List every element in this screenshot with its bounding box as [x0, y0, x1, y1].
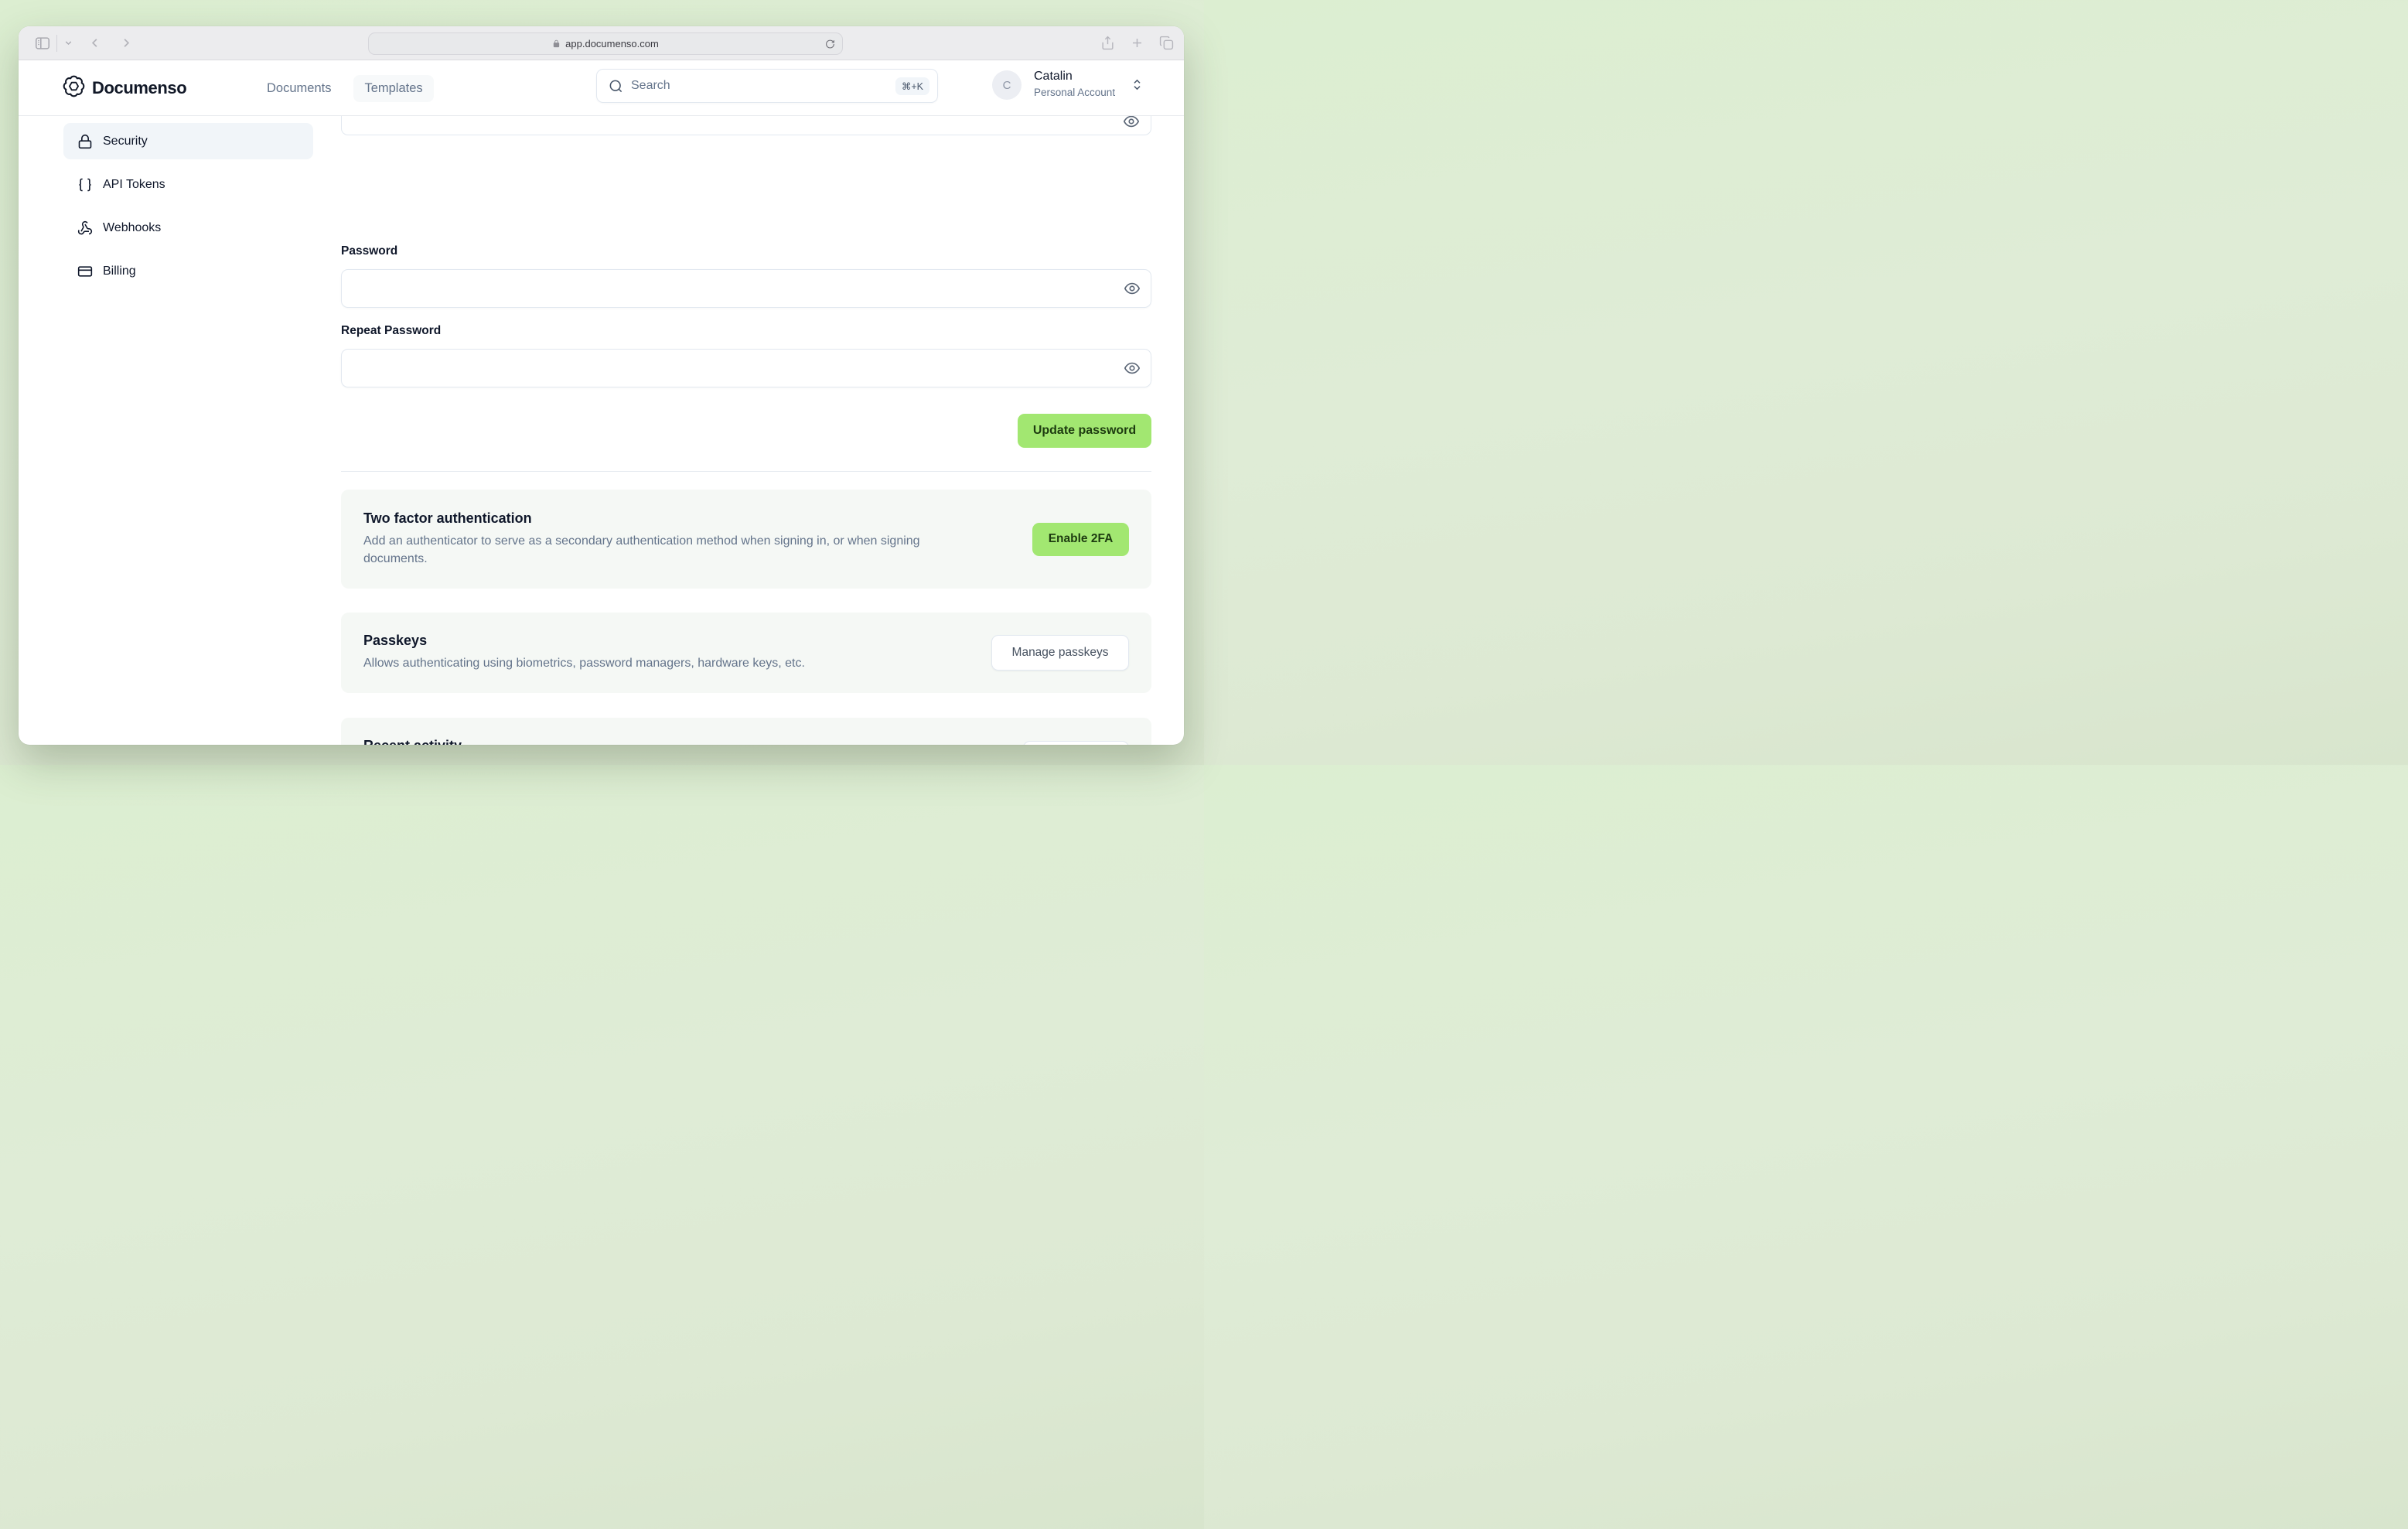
account-menu[interactable]: C Catalin Personal Account	[992, 65, 1151, 105]
logo-text: Documenso	[92, 78, 187, 97]
recent-activity-title: Recent activity	[363, 738, 663, 745]
search-input[interactable]	[631, 79, 895, 93]
new-tab-icon[interactable]	[1130, 36, 1144, 50]
sidebar-item-label: Billing	[103, 264, 136, 278]
sidebar-item-label: Security	[103, 134, 148, 148]
address-bar[interactable]: app.documenso.com	[368, 32, 843, 55]
two-factor-text: Two factor authentication Add an authent…	[363, 510, 936, 568]
avatar: C	[992, 70, 1022, 100]
update-password-button[interactable]: Update password	[1018, 414, 1151, 448]
recent-activity-text: Recent activity View all recent security…	[363, 738, 663, 745]
two-factor-card: Two factor authentication Add an authent…	[341, 490, 1151, 589]
sidebar-item-label: Webhooks	[103, 220, 162, 234]
sidebar-item-api-tokens[interactable]: API Tokens	[63, 166, 313, 203]
repeat-password-label: Repeat Password	[341, 324, 442, 337]
repeat-password-field	[341, 349, 1151, 387]
enable-2fa-button[interactable]: Enable 2FA	[1032, 522, 1129, 556]
search-icon	[609, 79, 623, 94]
manage-passkeys-button[interactable]: Manage passkeys	[991, 635, 1129, 671]
url-text: app.documenso.com	[565, 38, 659, 49]
nav-templates[interactable]: Templates	[353, 74, 434, 102]
nav-documents[interactable]: Documents	[256, 75, 342, 102]
passkeys-title: Passkeys	[363, 633, 428, 649]
back-icon[interactable]	[87, 36, 102, 50]
chevron-down-icon[interactable]	[63, 38, 73, 48]
toolbar-left-group	[34, 26, 134, 60]
password-label: Password	[341, 244, 398, 258]
share-icon[interactable]	[1100, 36, 1115, 50]
eye-icon[interactable]	[1122, 358, 1142, 378]
search-shortcut-badge: ⌘+K	[895, 77, 929, 95]
refresh-icon[interactable]	[825, 39, 835, 49]
section-divider	[341, 471, 1151, 472]
sidebar-item-billing[interactable]: Billing	[63, 253, 313, 289]
eye-icon[interactable]	[1122, 278, 1142, 299]
password-field	[341, 269, 1151, 308]
two-factor-description: Add an authenticator to serve as a secon…	[363, 534, 920, 565]
sidebar-toggle-icon[interactable]	[34, 35, 51, 52]
browser-window: app.documenso.com Documenso Documents Te…	[19, 26, 1184, 745]
password-input[interactable]	[341, 269, 1151, 308]
sidebar-item-security[interactable]: Security	[63, 123, 313, 159]
view-activity-button[interactable]: View activity	[1023, 740, 1129, 745]
toolbar-divider	[56, 34, 57, 52]
repeat-password-input[interactable]	[341, 349, 1151, 387]
documenso-logo-icon	[62, 74, 86, 102]
passkeys-text: Passkeys Allows authenticating using bio…	[363, 633, 805, 672]
account-name: Catalin	[1034, 70, 1073, 83]
passkeys-description: Allows authenticating using biometrics, …	[363, 657, 805, 671]
webhook-icon	[77, 220, 93, 236]
two-factor-title: Two factor authentication	[363, 510, 532, 526]
browser-toolbar: app.documenso.com	[19, 26, 1184, 60]
credit-card-icon	[77, 264, 93, 279]
toolbar-right-group	[1100, 26, 1174, 60]
documenso-logo[interactable]: Documenso	[62, 60, 187, 116]
search-bar[interactable]: ⌘+K	[596, 69, 938, 103]
lock-icon	[552, 39, 561, 49]
braces-icon	[77, 177, 93, 193]
forward-icon[interactable]	[119, 36, 134, 50]
eye-icon[interactable]	[1121, 116, 1141, 131]
current-password-field-partial[interactable]	[341, 116, 1151, 135]
sidebar-item-label: API Tokens	[103, 177, 165, 191]
tab-overview-icon[interactable]	[1159, 36, 1174, 50]
recent-activity-card: Recent activity View all recent security…	[341, 718, 1151, 745]
account-type: Personal Account	[1034, 87, 1116, 98]
chevrons-up-down-icon	[1131, 78, 1144, 91]
sidebar-item-webhooks[interactable]: Webhooks	[63, 210, 313, 246]
passkeys-card: Passkeys Allows authenticating using bio…	[341, 613, 1151, 693]
main-nav: Documents Templates	[256, 60, 434, 116]
lock-icon	[77, 134, 93, 149]
